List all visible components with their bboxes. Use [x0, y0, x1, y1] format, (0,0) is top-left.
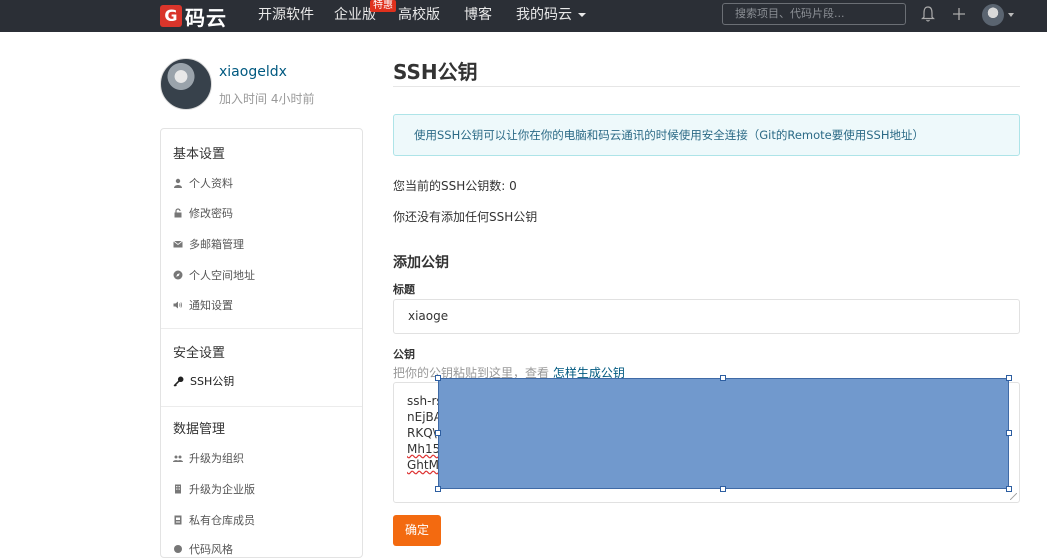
resize-handle[interactable]: [1010, 493, 1017, 500]
logo[interactable]: G 码云: [160, 3, 227, 30]
chevron-down-icon: [578, 13, 587, 17]
key-label: 公钥: [393, 348, 415, 361]
sidebar-item-label: 个人空间地址: [189, 269, 255, 282]
avatar[interactable]: [160, 58, 212, 110]
sidebar-item-upgrade-enterprise[interactable]: 升级为企业版: [173, 481, 255, 497]
nav-education[interactable]: 高校版: [398, 5, 440, 25]
ssh-key-count: 您当前的SSH公钥数: 0: [393, 179, 517, 193]
joined-time: 加入时间 4小时前: [219, 92, 315, 106]
sidebar-item-label: 多邮箱管理: [189, 238, 244, 251]
overlay-handle-sw[interactable]: [435, 486, 441, 492]
sidebar-item-label: 升级为企业版: [189, 483, 255, 496]
key-line: RKQ\: [407, 426, 437, 440]
overlay-handle-s[interactable]: [720, 486, 726, 492]
hot-badge: 特惠: [370, 0, 396, 12]
sidebar-item-emails[interactable]: 多邮箱管理: [173, 236, 244, 252]
lock-icon: [174, 208, 182, 218]
search-input[interactable]: 搜索项目、代码片段...: [722, 3, 906, 25]
sidebar-item-label: 升级为组织: [189, 452, 244, 465]
overlay-handle-nw[interactable]: [435, 375, 441, 381]
group-title-security: 安全设置: [173, 346, 226, 361]
building-icon: [175, 484, 181, 494]
group-title-data: 数据管理: [173, 422, 226, 437]
sidebar-item-label: 修改密码: [189, 207, 233, 220]
sidebar-item-label: 私有仓库成员: [189, 514, 255, 527]
no-keys-message: 你还没有添加任何SSH公钥: [393, 210, 538, 224]
plus-icon[interactable]: [951, 5, 967, 23]
mail-icon: [173, 240, 183, 248]
key-icon: [173, 376, 184, 386]
user-icon: [174, 178, 182, 188]
overlay-handle-se[interactable]: [1006, 486, 1012, 492]
sidebar-item-ssh-keys[interactable]: SSH公钥: [173, 373, 234, 389]
sidebar-item-space-address[interactable]: 个人空间地址: [173, 267, 255, 283]
sidebar-item-profile[interactable]: 个人资料: [173, 175, 233, 191]
sidebar-item-password[interactable]: 修改密码: [173, 205, 233, 221]
user-avatar-small[interactable]: [982, 4, 1004, 26]
bell-icon[interactable]: [920, 5, 936, 23]
key-line: nEjBA: [407, 410, 442, 424]
nav-blog[interactable]: 博客: [464, 5, 492, 25]
sidebar-item-label: 代码风格: [189, 543, 233, 556]
compass-icon: [173, 270, 183, 280]
sidebar-divider: [161, 328, 362, 329]
overlay-handle-w[interactable]: [435, 430, 441, 436]
sidebar-item-code-style[interactable]: 代码风格: [173, 541, 233, 557]
logo-mark: G: [160, 5, 182, 27]
sidebar-divider: [161, 406, 362, 407]
top-nav: G 码云 开源软件 企业版 特惠 高校版 博客 我的码云 搜索项目、代码片段..…: [0, 0, 1047, 32]
sidebar-item-private-members[interactable]: 私有仓库成员: [173, 512, 255, 528]
confirm-button[interactable]: 确定: [393, 515, 441, 546]
overlay-handle-ne[interactable]: [1006, 375, 1012, 381]
group-icon: [173, 455, 183, 462]
nav-my-gitee-label: 我的码云: [516, 7, 572, 23]
code-icon: [174, 545, 182, 553]
add-key-heading: 添加公钥: [393, 255, 449, 271]
overlay-handle-e[interactable]: [1006, 430, 1012, 436]
volume-icon: [173, 301, 182, 309]
username[interactable]: xiaogeldx: [219, 64, 287, 80]
info-alert: 使用SSH公钥可以让你在你的电脑和码云通讯的时候使用安全连接（Git的Remot…: [393, 114, 1020, 156]
nav-my-gitee[interactable]: 我的码云: [516, 5, 587, 25]
sidebar-item-label: 通知设置: [189, 299, 233, 312]
sidebar-item-label: 个人资料: [189, 177, 233, 190]
selection-overlay[interactable]: [438, 378, 1009, 489]
title-input[interactable]: xiaoge: [393, 299, 1020, 334]
sidebar-item-upgrade-org[interactable]: 升级为组织: [173, 450, 244, 466]
page-title: SSH公钥: [393, 60, 478, 84]
overlay-handle-n[interactable]: [720, 375, 726, 381]
settings-sidebar: 基本设置 个人资料 修改密码 多邮箱管理 个人空间地址 通知设置 安全设置 SS…: [160, 128, 363, 558]
title-label: 标题: [393, 283, 415, 296]
group-title-basic: 基本设置: [173, 147, 226, 162]
logo-text: 码云: [185, 5, 227, 30]
title-divider: [393, 86, 1020, 87]
sidebar-item-notifications[interactable]: 通知设置: [173, 297, 233, 313]
member-icon: [174, 515, 182, 525]
chevron-down-icon[interactable]: [1008, 13, 1014, 17]
sidebar-item-label: SSH公钥: [190, 375, 235, 388]
nav-open-source[interactable]: 开源软件: [258, 5, 314, 25]
